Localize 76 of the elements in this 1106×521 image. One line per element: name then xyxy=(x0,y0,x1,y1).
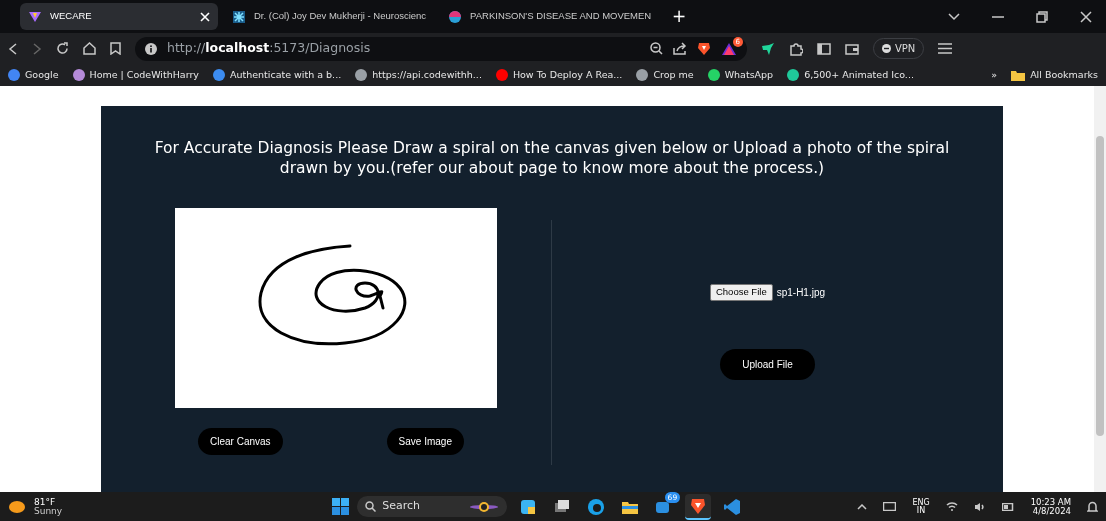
browser-tab[interactable]: Dr. (Col) Joy Dev Mukherji - Neuroscienc xyxy=(224,3,435,30)
home-icon[interactable] xyxy=(83,42,96,55)
scrollbar[interactable] xyxy=(1094,86,1106,492)
battery-icon[interactable] xyxy=(1001,502,1015,511)
bookmark-link[interactable]: https://api.codewithh... xyxy=(355,67,482,83)
app-icon xyxy=(519,497,538,516)
zoom-out-icon[interactable] xyxy=(650,42,663,55)
triangle-rewards-icon[interactable] xyxy=(721,41,737,56)
menu-icon[interactable] xyxy=(938,43,953,54)
browser-tab[interactable]: PARKINSON'S DISEASE AND MOVEMEN xyxy=(440,3,660,30)
puzzle-icon[interactable] xyxy=(789,41,803,56)
more-bookmarks-button[interactable]: » xyxy=(991,67,998,83)
sun-icon xyxy=(8,499,26,514)
speaker-icon[interactable] xyxy=(973,501,986,512)
taskbar-app[interactable] xyxy=(685,493,712,520)
region-text[interactable]: IN xyxy=(912,506,930,515)
all-bookmarks-link[interactable]: All Bookmarks xyxy=(1011,67,1098,83)
bookmark-favicon-icon xyxy=(707,69,720,81)
triangle-logo-icon xyxy=(28,9,42,24)
bookmark-link[interactable]: WhatsApp xyxy=(707,67,774,83)
info-icon xyxy=(145,42,157,55)
weather-text: Sunny xyxy=(34,506,63,516)
bookmark-link[interactable]: Google xyxy=(8,67,59,83)
date-text[interactable]: 4/8/2024 xyxy=(1030,506,1071,515)
close-icon[interactable] xyxy=(1080,10,1092,23)
new-tab-button[interactable]: + xyxy=(665,3,694,30)
bookmark-favicon-icon xyxy=(787,69,800,81)
forward-icon[interactable] xyxy=(32,42,42,55)
bookmark-link[interactable]: Home | CodeWithHarry xyxy=(72,67,199,83)
bookmark-favicon-icon xyxy=(72,69,85,81)
share-icon[interactable] xyxy=(673,42,687,55)
file-name: sp1-H1.jpg xyxy=(776,285,826,300)
drawing-canvas[interactable] xyxy=(175,208,497,409)
browser-tab[interactable]: WECARE xyxy=(20,3,218,30)
bookmark-link[interactable]: Authenticate with a b... xyxy=(212,67,342,83)
windows-logo-icon[interactable] xyxy=(332,498,350,515)
bookmark-favicon-icon xyxy=(355,69,368,81)
search-icon xyxy=(365,501,377,512)
minus-circle-icon xyxy=(882,44,891,53)
star-logo-icon xyxy=(232,9,246,24)
bookmark-link[interactable]: Crop me xyxy=(636,67,694,83)
bookmark-link[interactable]: How To Deploy A Rea... xyxy=(495,67,623,83)
chevron-up-icon[interactable] xyxy=(857,503,868,510)
sidebar-icon[interactable] xyxy=(817,42,831,55)
bell-icon[interactable] xyxy=(1087,500,1098,513)
wifi-icon[interactable] xyxy=(945,502,958,511)
save-image-button[interactable]: Save Image xyxy=(386,428,464,456)
folder-icon xyxy=(1011,69,1026,81)
eclipse-icon xyxy=(469,500,500,513)
choose-file-button[interactable]: Choose File xyxy=(709,284,773,301)
lion-shield-icon xyxy=(689,496,708,515)
minimize-icon[interactable] xyxy=(992,14,1004,19)
clear-canvas-button[interactable]: Clear Canvas xyxy=(198,428,283,456)
lion-shield-icon[interactable] xyxy=(697,41,711,56)
wallet-icon[interactable] xyxy=(845,42,859,55)
bookmark-favicon-icon xyxy=(636,69,649,81)
upload-file-button[interactable]: Upload File xyxy=(720,348,815,380)
reload-icon[interactable] xyxy=(56,42,69,55)
code-editor-icon xyxy=(723,497,742,516)
circle-logo-icon xyxy=(448,9,463,24)
restore-icon[interactable] xyxy=(1036,10,1048,23)
clock-text[interactable]: 10:23 AM xyxy=(1030,498,1071,507)
bookmark-link[interactable]: 6,500+ Animated Ico... xyxy=(787,67,914,83)
bookmark-favicon-icon xyxy=(212,69,225,81)
back-icon[interactable] xyxy=(8,42,18,55)
browser-icon xyxy=(587,497,606,516)
bookmark-favicon-icon xyxy=(8,69,20,81)
language-text[interactable]: ENG xyxy=(912,498,930,507)
chevron-down-icon[interactable] xyxy=(948,12,960,21)
bookmark-favicon-icon xyxy=(495,69,508,81)
keyboard-icon[interactable] xyxy=(883,502,897,511)
bookmark-icon[interactable] xyxy=(110,42,121,55)
search-field[interactable]: Search xyxy=(357,496,508,517)
temperature-text: 81°F xyxy=(34,497,57,507)
instructions-heading: For Accurate Diagnosis Please Draw a spiral on the canvas given below or Upload a photo of the spiral drawn by you.(refer our about page to know more about the process.) xyxy=(153,138,951,179)
url-text: http://localhost:5173/Diagnosis xyxy=(167,39,372,58)
